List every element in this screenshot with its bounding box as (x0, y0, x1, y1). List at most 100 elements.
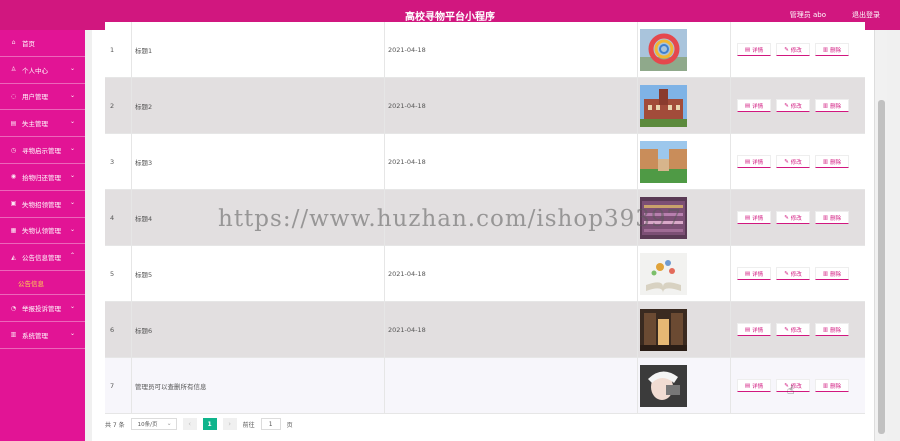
row-title: 管理员可以查删所有信息 (131, 358, 384, 413)
sidebar-item-claims[interactable]: ▦ 失物认领管理 ⌄ (0, 218, 85, 245)
delete-button[interactable]: ▥ 删除 (815, 155, 849, 168)
library-corridor-image[interactable] (640, 308, 687, 351)
goto-page-input[interactable]: 1 (260, 418, 281, 430)
row-image-cell (637, 22, 730, 77)
sidebar-item-lost-notices[interactable]: ◷ 寻物启示管理 ⌄ (0, 137, 85, 164)
document-icon: ▤ (10, 119, 17, 127)
sidebar-item-owners[interactable]: ▤ 失主管理 ⌄ (0, 110, 85, 138)
prev-page-button[interactable]: ‹ (182, 418, 197, 430)
edit-icon: ✎ (784, 102, 789, 109)
sidebar-item-found-items[interactable]: ▣ 失物招领管理 ⌄ (0, 191, 85, 218)
row-index: 3 (110, 157, 115, 166)
sidebar-item-system[interactable]: ▥ 系统管理 ⌄ (0, 322, 85, 349)
detail-button[interactable]: ▤ 详情 (737, 211, 771, 224)
sidebar-item-label: 个人中心 (22, 66, 48, 75)
sidebar-item-label: 失物招领管理 (22, 200, 61, 209)
current-user-label: 管理员 abo (789, 11, 826, 19)
campus-building-image[interactable] (640, 84, 687, 127)
logout-button[interactable]: 退出登录 (852, 10, 880, 20)
chevron-down-icon: ⌄ (69, 91, 75, 99)
pagination: 共 7 条 10条/页 ⌄ ‹ 1 › 前往 1 页 (105, 417, 293, 431)
detail-icon: ▤ (744, 46, 751, 53)
total-count: 共 7 条 (105, 421, 125, 429)
chevron-down-icon: ⌄ (69, 171, 75, 179)
row-title: 标题1 (131, 22, 384, 77)
detail-button[interactable]: ▤ 详情 (737, 43, 771, 56)
row-image-cell (637, 302, 730, 357)
page-size-value: 10条/页 (137, 422, 158, 428)
chevron-down-icon: ⌄ (69, 198, 75, 206)
sidebar-item-reports[interactable]: ◔ 举报投诉管理 ⌄ (0, 295, 85, 322)
row-date: 2021-04-18 (384, 134, 637, 189)
chevron-left-icon: ‹ (188, 420, 192, 428)
trash-icon: ▥ (822, 382, 829, 389)
detail-button[interactable]: ▤ 详情 (737, 267, 771, 280)
edit-button[interactable]: ✎ 修改 (776, 43, 810, 56)
edit-icon: ✎ (784, 270, 789, 277)
table-row: 1 标题1 2021-04-18 ▤ 详情 ✎ 修改 ▥ 删除 (105, 22, 865, 78)
edit-button[interactable]: ✎ 修改 (776, 99, 810, 112)
goto-label: 前往 (242, 421, 255, 429)
next-page-button[interactable]: › (222, 418, 237, 430)
edit-button[interactable]: ✎ 修改 (776, 323, 810, 336)
delete-button[interactable]: ▥ 删除 (815, 379, 849, 392)
colorful-sculpture-image[interactable] (640, 28, 687, 71)
chevron-down-icon: ⌄ (69, 118, 75, 126)
main-content: 1 标题1 2021-04-18 ▤ 详情 ✎ 修改 ▥ 删除 2 标题2 20… (92, 22, 887, 441)
row-title: 标题5 (131, 246, 384, 301)
row-title: 标题6 (131, 302, 384, 357)
delete-button[interactable]: ▥ 删除 (815, 43, 849, 56)
edit-icon: ✎ (784, 214, 789, 221)
vertical-scrollbar[interactable] (874, 30, 887, 441)
table-row: 3 标题3 2021-04-18 ▤ 详情 ✎ 修改 ▥ 删除 (105, 134, 865, 190)
megaphone-icon: ◭ (11, 253, 16, 261)
sidebar-item-users[interactable]: ◌ 用户管理 ⌄ (0, 84, 85, 111)
chevron-down-icon: ⌄ (69, 225, 75, 233)
delete-button[interactable]: ▥ 删除 (815, 99, 849, 112)
trash-icon: ▥ (822, 158, 829, 165)
edit-icon: ✎ (784, 46, 789, 53)
row-date: 2021-04-18 (384, 78, 637, 133)
settings-icon: ▥ (10, 331, 17, 339)
edit-button[interactable]: ✎ 修改 (776, 267, 810, 280)
portrait-photo-image[interactable] (640, 364, 687, 407)
table-row: 2 标题2 2021-04-18 ▤ 详情 ✎ 修改 ▥ 删除 (105, 78, 865, 134)
sidebar-subitem-announcement-info[interactable]: 公告信息 (0, 271, 85, 296)
edit-button[interactable]: ✎ 修改 (776, 211, 810, 224)
sidebar-item-returns[interactable]: ◉ 拾物归还管理 ⌄ (0, 164, 85, 191)
row-index: 4 (110, 213, 115, 222)
sidebar-item-label: 系统管理 (22, 331, 48, 340)
detail-button[interactable]: ▤ 详情 (737, 323, 771, 336)
sidebar-item-label: 用户管理 (22, 93, 48, 102)
trash-icon: ▥ (822, 270, 829, 277)
sidebar-item-announcements[interactable]: ◭ 公告信息管理 ⌃ (0, 244, 85, 272)
delete-button[interactable]: ▥ 删除 (815, 267, 849, 280)
scrollbar-thumb[interactable] (878, 100, 885, 434)
table-row: 5 标题5 2021-04-18 ▤ 详情 ✎ 修改 ▥ 删除 (105, 246, 865, 302)
trash-icon: ▥ (822, 102, 829, 109)
row-actions: ▤ 详情 ✎ 修改 ▥ 删除 (730, 78, 865, 133)
campus-courtyard-image[interactable] (640, 140, 687, 183)
sidebar-item-label: 公告信息管理 (22, 254, 61, 263)
chevron-right-icon: › (228, 420, 232, 428)
edit-button[interactable]: ✎ 修改 (776, 155, 810, 168)
detail-button[interactable]: ▤ 详情 (737, 155, 771, 168)
delete-button[interactable]: ▥ 删除 (815, 323, 849, 336)
delete-button[interactable]: ▥ 删除 (815, 211, 849, 224)
detail-icon: ▤ (744, 326, 751, 333)
current-page-button[interactable]: 1 (202, 418, 217, 430)
sidebar-item-label: 失主管理 (22, 120, 48, 129)
detail-button[interactable]: ▤ 详情 (737, 379, 771, 392)
sidebar-item-profile[interactable]: ♙ 个人中心 ⌄ (0, 57, 85, 84)
row-image-cell (637, 78, 730, 133)
row-index: 6 (110, 325, 115, 334)
table-row: 6 标题6 2021-04-18 ▤ 详情 ✎ 修改 ▥ 删除 (105, 302, 865, 358)
row-actions: ▤ 详情 ✎ 修改 ▥ 删除 (730, 302, 865, 357)
sidebar-item-home[interactable]: ⌂ 首页 (0, 30, 85, 57)
edit-icon: ✎ (784, 158, 789, 165)
page-size-select[interactable]: 10条/页 ⌄ (130, 418, 177, 430)
open-book-image[interactable] (640, 252, 687, 295)
row-actions: ▤ 详情 ✎ 修改 ▥ 删除 (730, 22, 865, 77)
detail-button[interactable]: ▤ 详情 (737, 99, 771, 112)
sidebar-item-label: 举报投诉管理 (22, 305, 61, 314)
